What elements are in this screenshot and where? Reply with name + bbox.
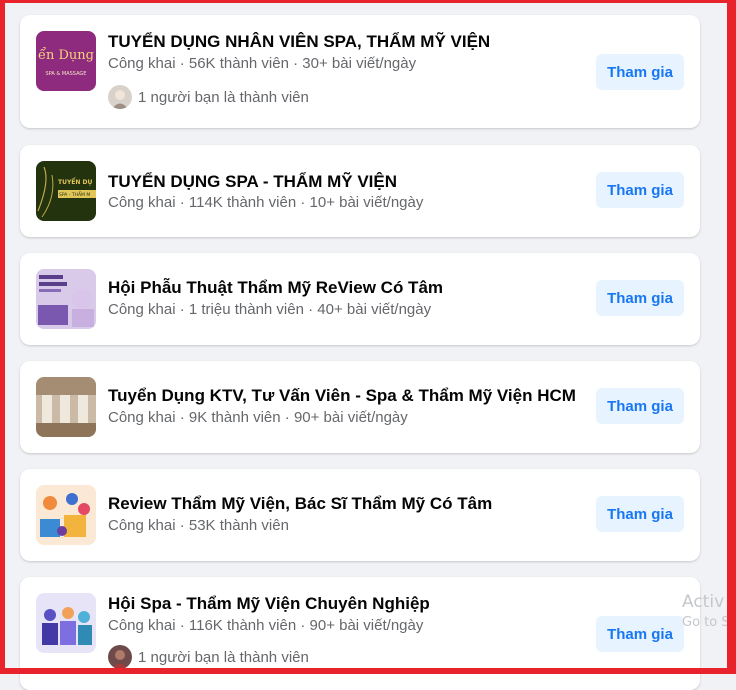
thumb-title: TUYỂN DỤ — [58, 178, 92, 186]
group-thumbnail[interactable] — [36, 593, 96, 653]
join-button[interactable]: Tham gia — [596, 280, 684, 316]
group-thumbnail[interactable] — [36, 485, 96, 545]
group-name[interactable]: TUYỂN DỤNG SPA - THẨM MỸ VIỆN — [108, 172, 397, 192]
group-meta: Công khai · 53K thành viên — [108, 517, 289, 534]
group-meta: Công khai · 9K thành viên · 90+ bài viết… — [108, 409, 408, 426]
red-frame-left — [0, 0, 5, 674]
activation-watermark: Activ Go to S — [682, 592, 727, 630]
group-thumbnail[interactable] — [36, 269, 96, 329]
group-name[interactable]: Hội Spa - Thẩm Mỹ Viện Chuyên Nghiệp — [108, 594, 430, 614]
join-button[interactable]: Tham gia — [596, 54, 684, 90]
group-thumbnail[interactable]: ển Dụng SPA & MASSAGE — [36, 31, 96, 91]
group-name[interactable]: Review Thẩm Mỹ Viện, Bác Sĩ Thẩm Mỹ Có T… — [108, 494, 492, 514]
group-card[interactable]: Hội Phẫu Thuật Thẩm Mỹ ReView Có Tâm Côn… — [20, 253, 700, 345]
group-meta: Công khai · 114K thành viên · 10+ bài vi… — [108, 194, 424, 211]
group-meta: Công khai · 116K thành viên · 90+ bài vi… — [108, 617, 424, 634]
group-card[interactable]: Tuyển Dụng KTV, Tư Vấn Viên - Spa & Thẩm… — [20, 361, 700, 453]
join-button[interactable]: Tham gia — [596, 388, 684, 424]
friends-label: 1 người bạn là thành viên — [138, 88, 309, 106]
friends-note: 1 người bạn là thành viên — [108, 84, 309, 110]
group-thumbnail[interactable]: TUYỂN DỤ SPA - THẨM M — [36, 161, 96, 221]
friends-label: 1 người bạn là thành viên — [138, 648, 309, 666]
group-meta: Công khai · 1 triệu thành viên · 40+ bài… — [108, 301, 432, 318]
join-button[interactable]: Tham gia — [596, 172, 684, 208]
red-frame-bottom — [0, 668, 736, 674]
group-name[interactable]: Hội Phẫu Thuật Thẩm Mỹ ReView Có Tâm — [108, 278, 443, 298]
group-card[interactable]: TUYỂN DỤ SPA - THẨM M TUYỂN DỤNG SPA - T… — [20, 145, 700, 237]
group-name[interactable]: TUYỂN DỤNG NHÂN VIÊN SPA, THẨM MỸ VIỆN — [108, 32, 490, 52]
group-thumbnail[interactable] — [36, 377, 96, 437]
scrollbar-track[interactable] — [700, 3, 727, 668]
friend-avatar[interactable] — [108, 85, 132, 109]
group-meta: Công khai · 56K thành viên · 30+ bài viế… — [108, 55, 417, 72]
group-card[interactable]: Review Thẩm Mỹ Viện, Bác Sĩ Thẩm Mỹ Có T… — [20, 469, 700, 561]
red-frame-top — [0, 0, 736, 3]
group-name[interactable]: Tuyển Dụng KTV, Tư Vấn Viên - Spa & Thẩm… — [108, 386, 576, 406]
friends-note: 1 người bạn là thành viên — [108, 644, 309, 670]
activation-line-1: Activ — [682, 592, 725, 612]
join-button[interactable]: Tham gia — [596, 616, 684, 652]
red-frame-right — [727, 0, 736, 674]
group-card[interactable]: ển Dụng SPA & MASSAGE TUYỂN DỤNG NHÂN VI… — [20, 15, 700, 128]
thumb-subtitle: SPA & MASSAGE — [46, 71, 87, 77]
join-button[interactable]: Tham gia — [596, 496, 684, 532]
activation-line-2: Go to S — [682, 615, 727, 630]
friend-avatar[interactable] — [108, 645, 132, 669]
thumb-title: ển Dụng — [38, 47, 94, 63]
